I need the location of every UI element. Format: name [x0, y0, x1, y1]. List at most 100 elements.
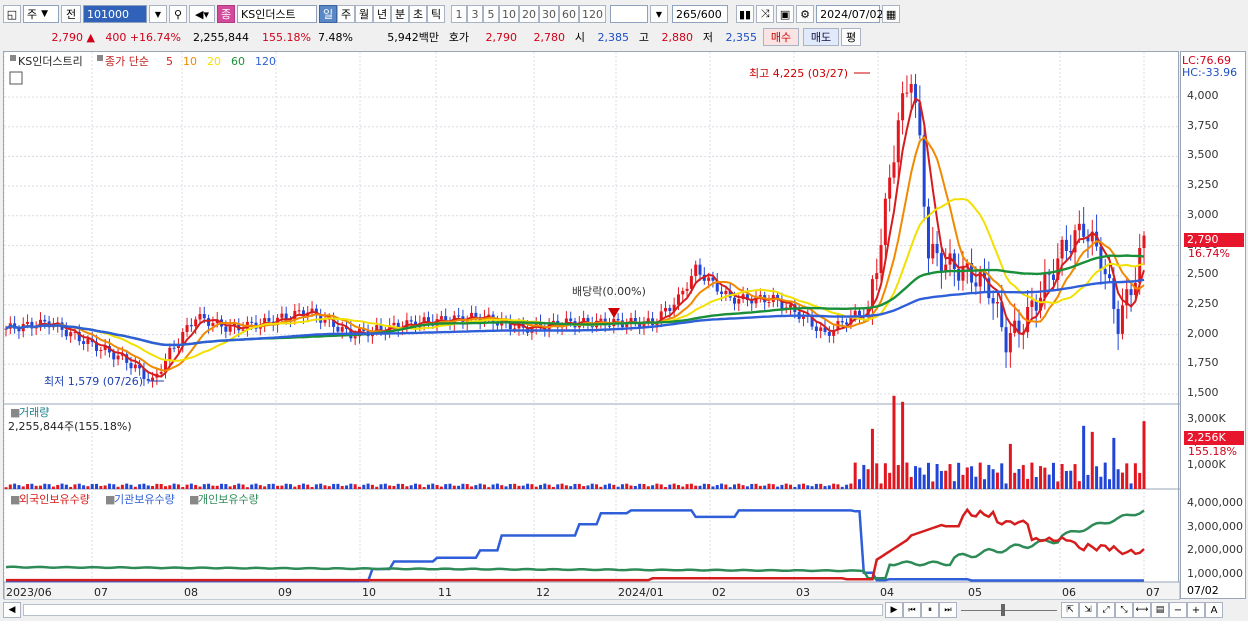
volume-bar	[159, 483, 163, 489]
volume-bar	[935, 463, 939, 489]
candle-body	[250, 321, 254, 323]
zoom-slider[interactable]	[961, 604, 1057, 616]
tool-icon-6[interactable]: ▤	[1151, 602, 1169, 618]
interval-dropdown-icon[interactable]: ▼	[650, 5, 668, 23]
tool-icon-5[interactable]: ⟷	[1133, 602, 1151, 618]
last-icon[interactable]: ⏭	[939, 602, 957, 618]
volume-bar	[146, 485, 150, 489]
plus-icon[interactable]: +	[1187, 602, 1205, 618]
code-input[interactable]: 101000	[83, 5, 147, 23]
volume-bar	[853, 462, 857, 489]
chart-panel[interactable]: 2023/06 07 08 09 10 11 12 2024/01 02 03 04 05 06 07 최고…	[3, 51, 1180, 600]
volume-bar	[263, 486, 267, 489]
eval-button[interactable]: 평	[841, 28, 861, 46]
prev-button[interactable]: 전	[61, 5, 81, 23]
volume-bar	[685, 484, 689, 489]
horizontal-scrollbar[interactable]	[23, 604, 883, 616]
volume-bar	[1120, 472, 1124, 489]
interval-tab-60[interactable]: 60	[559, 5, 579, 23]
volume-bar	[1125, 463, 1129, 489]
volume-bar	[620, 484, 624, 489]
volume-bar	[758, 485, 762, 489]
interval-custom-input[interactable]	[610, 5, 648, 23]
period-tab-3[interactable]: 년	[373, 5, 391, 23]
interval-tab-1[interactable]: 1	[451, 5, 467, 23]
gear-icon[interactable]: ⚙	[796, 5, 815, 23]
volume-bar	[642, 483, 646, 489]
calendar-icon[interactable]: ▦	[882, 5, 901, 23]
volume-bar	[974, 476, 978, 489]
right-axis: LC:76.69 HC:-33.96 4,000 3,750 3,500 3,250 3…	[1180, 51, 1246, 599]
interval-tab-5[interactable]: 5	[483, 5, 499, 23]
sell-button[interactable]: 매도	[803, 28, 839, 46]
save-icon[interactable]: ▣	[776, 5, 795, 23]
candle-body	[457, 315, 461, 317]
pause-icon[interactable]: ⏸	[921, 602, 939, 618]
period-tab-0[interactable]: 일	[319, 5, 337, 23]
buy-button[interactable]: 매수	[763, 28, 799, 46]
volume-bar	[422, 487, 426, 489]
volume-bar	[1004, 483, 1008, 489]
candle-body	[909, 84, 913, 93]
volume-bar	[616, 486, 620, 489]
font-size-icon[interactable]: A	[1205, 602, 1223, 618]
volume-bar	[379, 484, 383, 489]
volume-bar	[112, 484, 116, 489]
candle-body	[681, 290, 685, 295]
interval-tab-30[interactable]: 30	[539, 5, 559, 23]
period-tabs: 일주월년분초틱	[319, 5, 445, 23]
open-label: 시	[574, 31, 585, 44]
low-annotation: 최저 1,579 (07/26)	[44, 375, 143, 388]
tool-icon-4[interactable]: ⤡	[1115, 602, 1133, 618]
candle-body	[1108, 274, 1112, 279]
scroll-left-icon[interactable]: ◀	[3, 602, 21, 618]
code-dropdown-icon[interactable]: ▼	[149, 5, 167, 23]
tool-icon-2[interactable]: ⇲	[1079, 602, 1097, 618]
volume-bar	[129, 484, 133, 489]
volume-bar	[176, 484, 180, 489]
period-tab-4[interactable]: 분	[391, 5, 409, 23]
volume-bar	[21, 486, 25, 489]
candle-body	[1129, 289, 1133, 296]
count-field[interactable]: 265/600	[672, 5, 728, 23]
volume-bar	[573, 483, 577, 489]
candle-body	[892, 162, 896, 178]
high-annotation: 최고 4,225 (03/27)	[749, 67, 848, 80]
volume-bar	[345, 485, 349, 489]
window-menu-icon[interactable]: ◱	[3, 5, 21, 23]
first-icon[interactable]: ⏮	[903, 602, 921, 618]
interval-tab-10[interactable]: 10	[499, 5, 519, 23]
volume-bar	[17, 485, 21, 489]
ma-label-10: 10	[183, 55, 197, 68]
volume-bar	[983, 479, 987, 489]
search-icon[interactable]: ⚲	[169, 5, 187, 23]
stock-name-field[interactable]: KS인더스트	[237, 5, 317, 23]
period-tab-2[interactable]: 월	[355, 5, 373, 23]
candle-body	[845, 322, 849, 325]
period-tab-1[interactable]: 주	[337, 5, 355, 23]
volume-bar	[810, 486, 814, 489]
interval-tab-120[interactable]: 120	[579, 5, 606, 23]
volume-bar	[215, 485, 219, 489]
period-tab-5[interactable]: 초	[409, 5, 427, 23]
trend-tool-icon[interactable]: ⤨	[756, 5, 775, 23]
volume-bar	[991, 469, 995, 489]
period-tab-6[interactable]: 틱	[427, 5, 445, 23]
date-field[interactable]: 2024/07/02	[816, 5, 884, 23]
candle-icon[interactable]: ▮▮	[736, 5, 755, 23]
holding-legend-2: 개인보유수량	[198, 493, 259, 506]
volume-bar	[194, 484, 198, 489]
candle-body	[86, 338, 90, 345]
interval-tab-20[interactable]: 20	[519, 5, 539, 23]
tool-icon-1[interactable]: ⇱	[1061, 602, 1079, 618]
type-select[interactable]: 주 ▼	[23, 5, 59, 23]
speaker-icon[interactable]: ◀▾	[189, 5, 215, 23]
play-icon[interactable]: ▶	[885, 602, 903, 618]
tool-icon-3[interactable]: ⤢	[1097, 602, 1115, 618]
candle-body	[724, 290, 728, 294]
chart-canvas[interactable]: 2023/06 07 08 09 10 11 12 2024/01 02 03 04 05 06 07 최고…	[4, 52, 1180, 600]
minus-icon[interactable]: −	[1169, 602, 1187, 618]
volume-bar	[82, 485, 86, 489]
volume-bar	[870, 428, 874, 489]
interval-tab-3[interactable]: 3	[467, 5, 483, 23]
